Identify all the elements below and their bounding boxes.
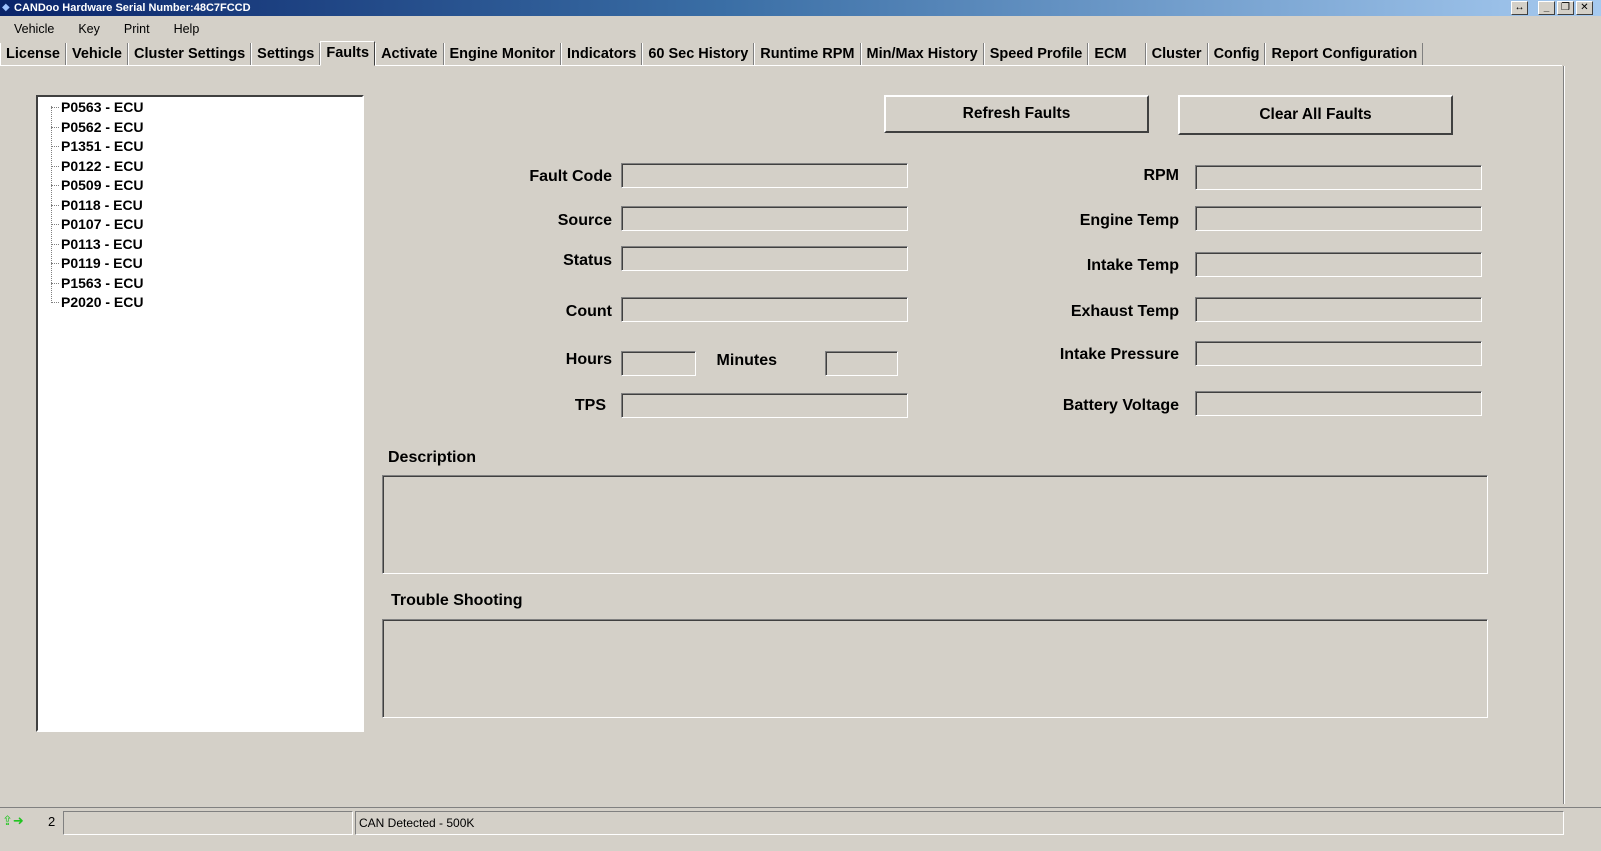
fault-item[interactable]: P0107 - ECU [51,215,143,234]
menu-print[interactable]: Print [110,22,160,36]
minutes-field[interactable] [825,351,898,376]
minutes-label: Minutes [716,352,777,369]
fault-code-label: Fault Code [529,168,612,185]
fault-item[interactable]: P0113 - ECU [51,235,143,254]
close-button[interactable]: ✕ [1576,1,1593,15]
tab-runtime-rpm[interactable]: Runtime RPM [754,43,861,65]
tab-report-configuration[interactable]: Report Configuration [1265,43,1424,65]
status-field[interactable] [621,246,908,271]
tab-min-max-history[interactable]: Min/Max History [860,43,984,65]
window-controls: ↔ _ ❐ ✕ [1511,1,1593,15]
fault-item[interactable]: P2020 - ECU [51,293,143,312]
tab-faults[interactable]: Faults [320,41,376,66]
engine-temp-label: Engine Temp [1079,212,1179,229]
tab-cluster-settings[interactable]: Cluster Settings [127,43,252,65]
title-bar: ◆ CANDoo Hardware Serial Number:48C7FCCD… [0,0,1601,16]
battery-voltage-field[interactable] [1195,391,1482,416]
tab-speed-profile[interactable]: Speed Profile [983,43,1089,65]
fault-item[interactable]: P1563 - ECU [51,274,143,293]
app-icon: ◆ [2,2,10,13]
trouble-shooting-area[interactable] [382,619,1488,718]
intake-temp-field[interactable] [1195,252,1482,277]
tps-label: TPS [574,397,606,414]
menu-help[interactable]: Help [160,22,210,36]
exhaust-temp-field[interactable] [1195,297,1482,322]
count-field[interactable] [621,297,908,322]
tab-config[interactable]: Config [1207,43,1266,65]
intake-temp-label: Intake Temp [1086,257,1179,274]
source-label: Source [557,212,612,229]
exhaust-temp-label: Exhaust Temp [1070,303,1179,320]
battery-voltage-label: Battery Voltage [1062,397,1179,414]
fault-item[interactable]: P0122 - ECU [51,157,143,176]
source-field[interactable] [621,206,908,231]
menu-bar: Vehicle Key Print Help [0,17,209,41]
rpm-label: RPM [1143,167,1179,184]
tab-60-sec-history[interactable]: 60 Sec History [642,43,755,65]
clear-all-faults-button[interactable]: Clear All Faults [1178,95,1453,135]
menu-key[interactable]: Key [64,22,110,36]
engine-temp-field[interactable] [1195,206,1482,231]
fault-item[interactable]: P0509 - ECU [51,176,143,195]
rpm-field[interactable] [1195,165,1482,190]
status-label: Status [563,252,612,269]
fault-tree[interactable]: P0563 - ECU P0562 - ECU P1351 - ECU P012… [36,95,364,732]
resize-icon[interactable]: ↔ [1511,1,1528,15]
tab-strip: License Vehicle Cluster Settings Setting… [0,41,1562,66]
status-message: CAN Detected - 500K [355,811,1564,835]
fault-item[interactable]: P0119 - ECU [51,254,143,273]
hours-field[interactable] [621,351,696,376]
menu-vehicle[interactable]: Vehicle [0,22,64,36]
tab-cluster[interactable]: Cluster [1145,43,1208,65]
tps-field[interactable] [621,393,908,418]
tab-ecm[interactable]: ECM [1088,43,1146,65]
status-count: 2 [48,814,56,829]
tab-settings[interactable]: Settings [251,43,321,65]
status-cell-empty [63,811,353,835]
minimize-button[interactable]: _ [1538,1,1555,15]
panel-border [1563,66,1565,804]
tab-vehicle[interactable]: Vehicle [66,43,128,65]
tab-indicators[interactable]: Indicators [561,43,643,65]
refresh-faults-button[interactable]: Refresh Faults [884,95,1149,133]
count-label: Count [565,303,612,320]
fault-item[interactable]: P0563 - ECU [51,98,143,117]
window-title: CANDoo Hardware Serial Number:48C7FCCD [14,2,251,14]
fault-item[interactable]: P1351 - ECU [51,137,143,156]
description-label: Description [388,449,477,466]
fault-item[interactable]: P0562 - ECU [51,118,143,137]
fault-item[interactable]: P0118 - ECU [51,196,143,215]
connection-icon: ⇪➜ [2,813,24,828]
intake-pressure-label: Intake Pressure [1059,346,1179,363]
intake-pressure-field[interactable] [1195,341,1482,366]
fault-code-field[interactable] [621,163,908,188]
hours-label: Hours [565,351,612,368]
tab-activate[interactable]: Activate [375,43,444,65]
description-area[interactable] [382,475,1488,574]
restore-button[interactable]: ❐ [1557,1,1574,15]
tab-engine-monitor[interactable]: Engine Monitor [443,43,562,65]
tab-license[interactable]: License [0,43,66,65]
trouble-shooting-label: Trouble Shooting [391,592,523,609]
status-bar: ⇪➜ 2 CAN Detected - 500K [0,807,1601,851]
